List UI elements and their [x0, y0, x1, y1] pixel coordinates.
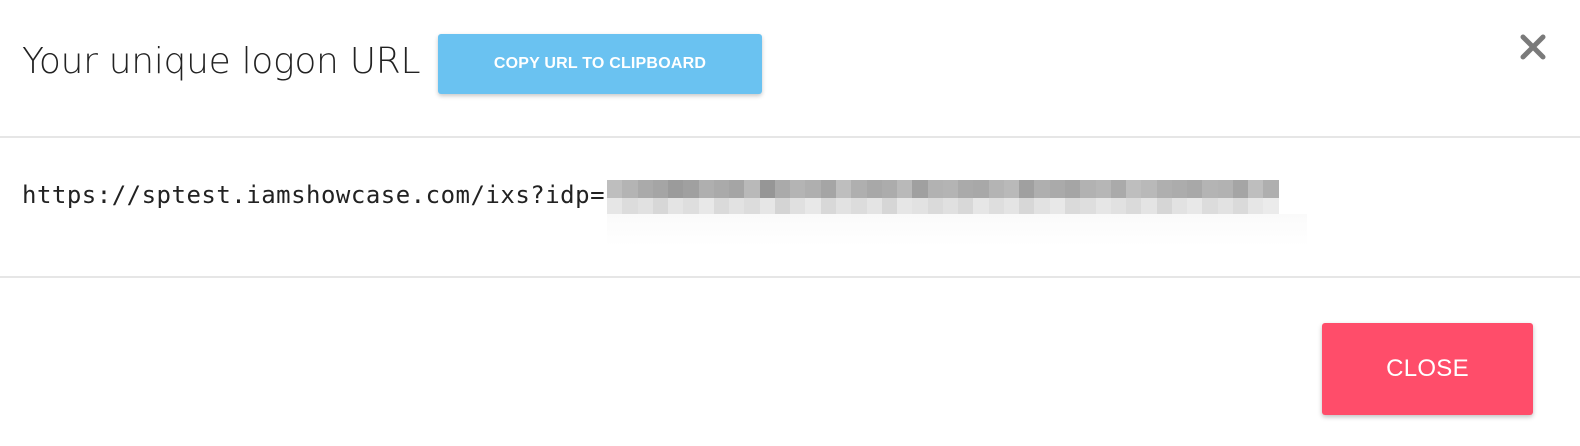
url-prefix: https://sptest.iamshowcase.com/ixs?idp=: [22, 181, 606, 209]
dialog-header: Your unique logon URL COPY URL TO CLIPBO…: [0, 0, 1580, 138]
close-icon[interactable]: [1516, 30, 1550, 64]
redacted-url-value: [607, 174, 1308, 246]
dialog-body: https://sptest.iamshowcase.com/ixs?idp=: [0, 138, 1580, 278]
dialog-title: Your unique logon URL: [22, 41, 421, 82]
logon-url-dialog: Your unique logon URL COPY URL TO CLIPBO…: [0, 0, 1580, 446]
close-button[interactable]: CLOSE: [1322, 323, 1533, 415]
copy-url-button[interactable]: COPY URL TO CLIPBOARD: [438, 34, 762, 94]
logon-url[interactable]: https://sptest.iamshowcase.com/ixs?idp=: [22, 174, 1308, 246]
close-icon-glyph: [1520, 34, 1546, 60]
